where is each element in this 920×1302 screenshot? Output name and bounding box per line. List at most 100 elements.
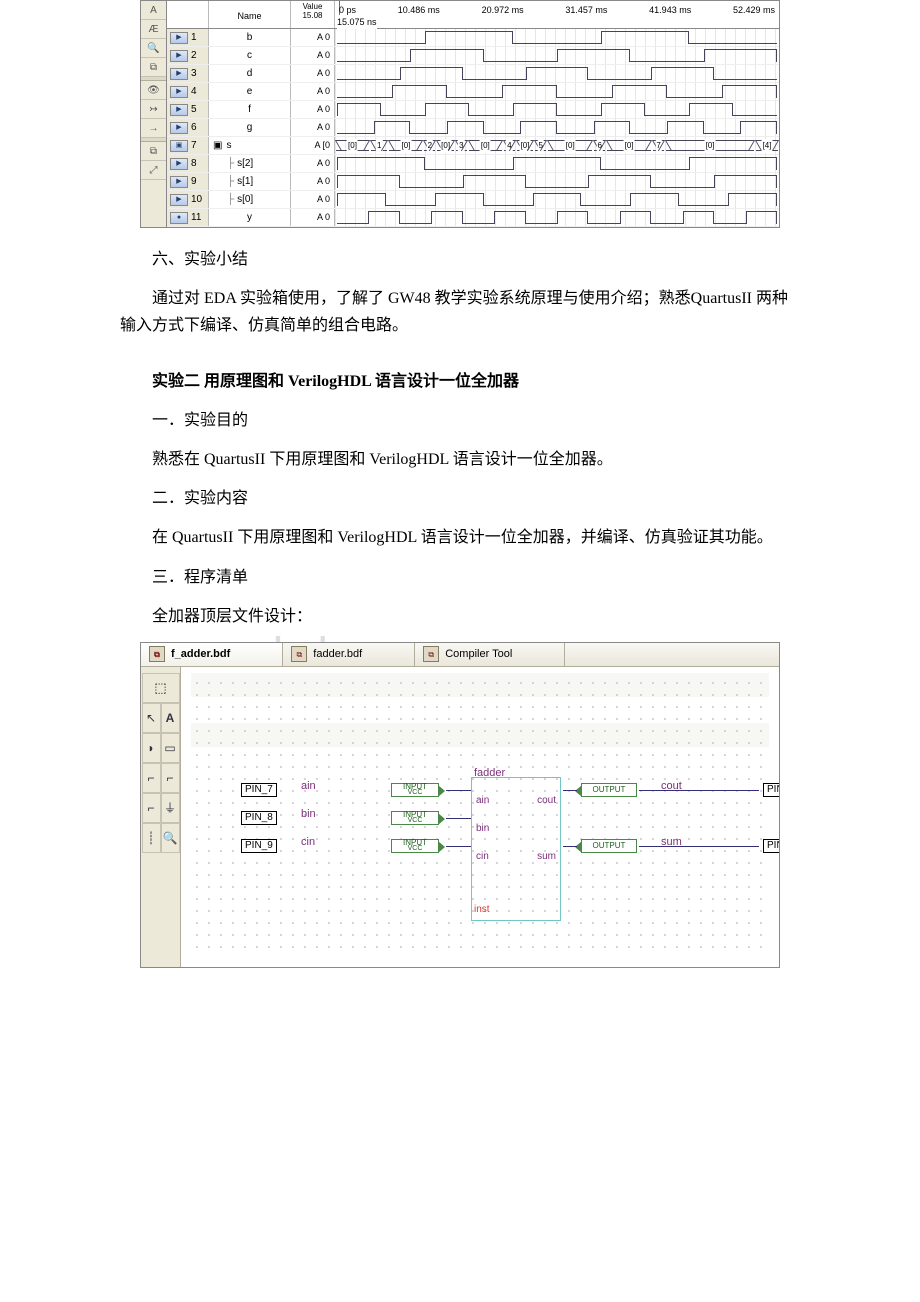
signal-row[interactable]: ▶5fA 0 — [167, 101, 779, 119]
select-tool[interactable]: ↖ — [142, 703, 161, 733]
signal-name: ├s[2] — [209, 155, 291, 172]
time-tick: 20.972 ms — [482, 3, 524, 18]
line-tool[interactable]: ⌐ — [142, 763, 161, 793]
col-value-header: Value 15.08 — [291, 1, 335, 28]
signal-waveform[interactable] — [335, 101, 779, 118]
wire[interactable] — [446, 790, 471, 791]
signal-waveform[interactable] — [335, 29, 779, 46]
document-body: 六、实验小结 通过对 EDA 实验箱使用，了解了 GW48 教学实验系统原理与使… — [0, 246, 920, 630]
signal-name: c — [209, 47, 291, 64]
port-cin: cin — [476, 848, 489, 865]
signal-waveform[interactable] — [335, 155, 779, 172]
bus-tool[interactable]: ⌐ — [142, 793, 161, 823]
signal-row[interactable]: ▶2cA 0 — [167, 47, 779, 65]
tab-label: Compiler Tool — [445, 645, 512, 664]
signal-index: 9 — [191, 173, 197, 190]
editor-tab[interactable]: ⧉Compiler Tool — [415, 643, 565, 666]
probe-tool[interactable]: ⏚ — [161, 793, 180, 823]
signal-waveform[interactable] — [335, 173, 779, 190]
tool-ae[interactable]: Æ — [141, 20, 166, 39]
pin-tool[interactable]: ◗ — [142, 733, 161, 763]
signal-index: 8 — [191, 155, 197, 172]
signal-waveform[interactable] — [335, 209, 779, 226]
cursor-right-icon[interactable]: ↣ — [141, 100, 166, 119]
signal-row[interactable]: ▣7▣sA [0[0]1[0]2[0]3[0]4[0]5[0]6[0]7[0][… — [167, 137, 779, 155]
bus-segment-value: [0] — [565, 139, 576, 153]
signal-row[interactable]: ▶9├s[1]A 0 — [167, 173, 779, 191]
input-pin[interactable]: INPUTVCC — [391, 839, 439, 853]
tool-a[interactable]: A — [141, 1, 166, 20]
schematic-canvas[interactable]: fadder inst ain bin cin cout sum ainINPU… — [181, 667, 779, 967]
find-icon[interactable]: 👁 — [141, 81, 166, 100]
waveform-header: Name Value 15.08 15.075 ns 0 ps10.486 ms… — [167, 1, 779, 29]
signal-waveform[interactable] — [335, 65, 779, 82]
output-pin[interactable]: OUTPUT — [581, 783, 637, 797]
magnify-icon[interactable]: 🔍 — [161, 823, 180, 853]
signal-waveform[interactable]: [0]1[0]2[0]3[0]4[0]5[0]6[0]7[0][4] — [335, 137, 779, 154]
time-tick: 31.457 ms — [565, 3, 607, 18]
bus-icon[interactable]: ⧉ — [141, 142, 166, 161]
pin-assignment[interactable]: PIN_28 — [763, 839, 779, 853]
signal-name: f — [209, 101, 291, 118]
pin-assignment[interactable]: PIN_29 — [763, 783, 779, 797]
signal-name: ├s[1] — [209, 173, 291, 190]
line-tool-2[interactable]: ⌐ — [161, 763, 180, 793]
signal-index: 11 — [191, 209, 201, 226]
signal-row[interactable]: ▶1bA 0 — [167, 29, 779, 47]
exp2-s1: 一．实验目的 — [120, 407, 800, 434]
text-tool[interactable]: A — [161, 703, 180, 733]
expand-icon[interactable]: ⤢ — [141, 161, 166, 180]
wire[interactable] — [446, 818, 471, 819]
wire[interactable] — [446, 846, 471, 847]
bus-segment-value: [0] — [520, 139, 531, 153]
signal-name: g — [209, 119, 291, 136]
wire[interactable] — [563, 790, 577, 791]
wire[interactable] — [639, 846, 759, 847]
copy-icon[interactable]: ⧉ — [141, 58, 166, 77]
pin-assignment[interactable]: PIN_7 — [241, 783, 277, 797]
wire[interactable] — [563, 846, 577, 847]
file-icon: ⧉ — [291, 646, 307, 662]
signal-waveform[interactable] — [335, 119, 779, 136]
exp2-s3: 三．程序清单 — [120, 564, 800, 591]
signal-waveform[interactable] — [335, 83, 779, 100]
dashed-icon[interactable]: ┊ — [142, 823, 161, 853]
waveform-viewer: A Æ 🔍 ⧉ 👁 ↣ → ⧉ ⤢ Name Value 15.08 15.07… — [140, 0, 780, 228]
signal-waveform[interactable] — [335, 47, 779, 64]
editor-tab[interactable]: ⧉f_adder.bdf — [141, 643, 283, 666]
signal-in-icon: ▶ — [170, 32, 188, 44]
exp2-title: 实验二 用原理图和 VerilogHDL 语言设计一位全加器 — [120, 368, 800, 395]
signal-waveform[interactable] — [335, 191, 779, 208]
bus-segment-value: [0] — [400, 139, 411, 153]
pin-assignment[interactable]: PIN_8 — [241, 811, 277, 825]
input-pin[interactable]: INPUTVCC — [391, 811, 439, 825]
signal-row[interactable]: ▶4eA 0 — [167, 83, 779, 101]
add-symbol-tool[interactable]: ⬚ — [142, 673, 180, 703]
signal-row[interactable]: ▶10├s[0]A 0 — [167, 191, 779, 209]
rect-tool[interactable]: ▭ — [161, 733, 180, 763]
signal-row[interactable]: ▶6gA 0 — [167, 119, 779, 137]
signal-in-icon: ▶ — [170, 68, 188, 80]
input-net-label: bin — [301, 805, 316, 824]
time-tick: 10.486 ms — [398, 3, 440, 18]
pin-assignment[interactable]: PIN_9 — [241, 839, 277, 853]
signal-row[interactable]: ▶3dA 0 — [167, 65, 779, 83]
input-pin[interactable]: INPUTVCC — [391, 783, 439, 797]
fadder-block[interactable]: fadder inst ain bin cin cout sum — [471, 777, 561, 921]
bus-segment-value: [0] — [480, 139, 491, 153]
editor-tab[interactable]: ⧉ fadder.bdf — [283, 643, 415, 666]
zoom-in-icon[interactable]: 🔍 — [141, 39, 166, 58]
tab-label: fadder.bdf — [313, 645, 362, 664]
signal-row[interactable]: ▶8├s[2]A 0 — [167, 155, 779, 173]
wire[interactable] — [639, 790, 759, 791]
schematic-editor: ⧉f_adder.bdf⧉fadder.bdf⧉Compiler Tool ⬚ … — [140, 642, 780, 968]
signal-value: A 0 — [291, 83, 335, 100]
signal-row[interactable]: ●11yA 0 — [167, 209, 779, 227]
arrow-right-icon[interactable]: → — [141, 119, 166, 138]
waveform-toolbar: A Æ 🔍 ⧉ 👁 ↣ → ⧉ ⤢ — [141, 1, 167, 227]
input-net-label: cin — [301, 833, 315, 852]
bus-segment-value: [0] — [347, 139, 358, 153]
time-ruler[interactable]: 15.075 ns 0 ps10.486 ms20.972 ms31.457 m… — [335, 1, 779, 28]
exp2-s2-p: 在 QuartusII 下用原理图和 VerilogHDL 语言设计一位全加器，… — [120, 524, 800, 551]
output-pin[interactable]: OUTPUT — [581, 839, 637, 853]
